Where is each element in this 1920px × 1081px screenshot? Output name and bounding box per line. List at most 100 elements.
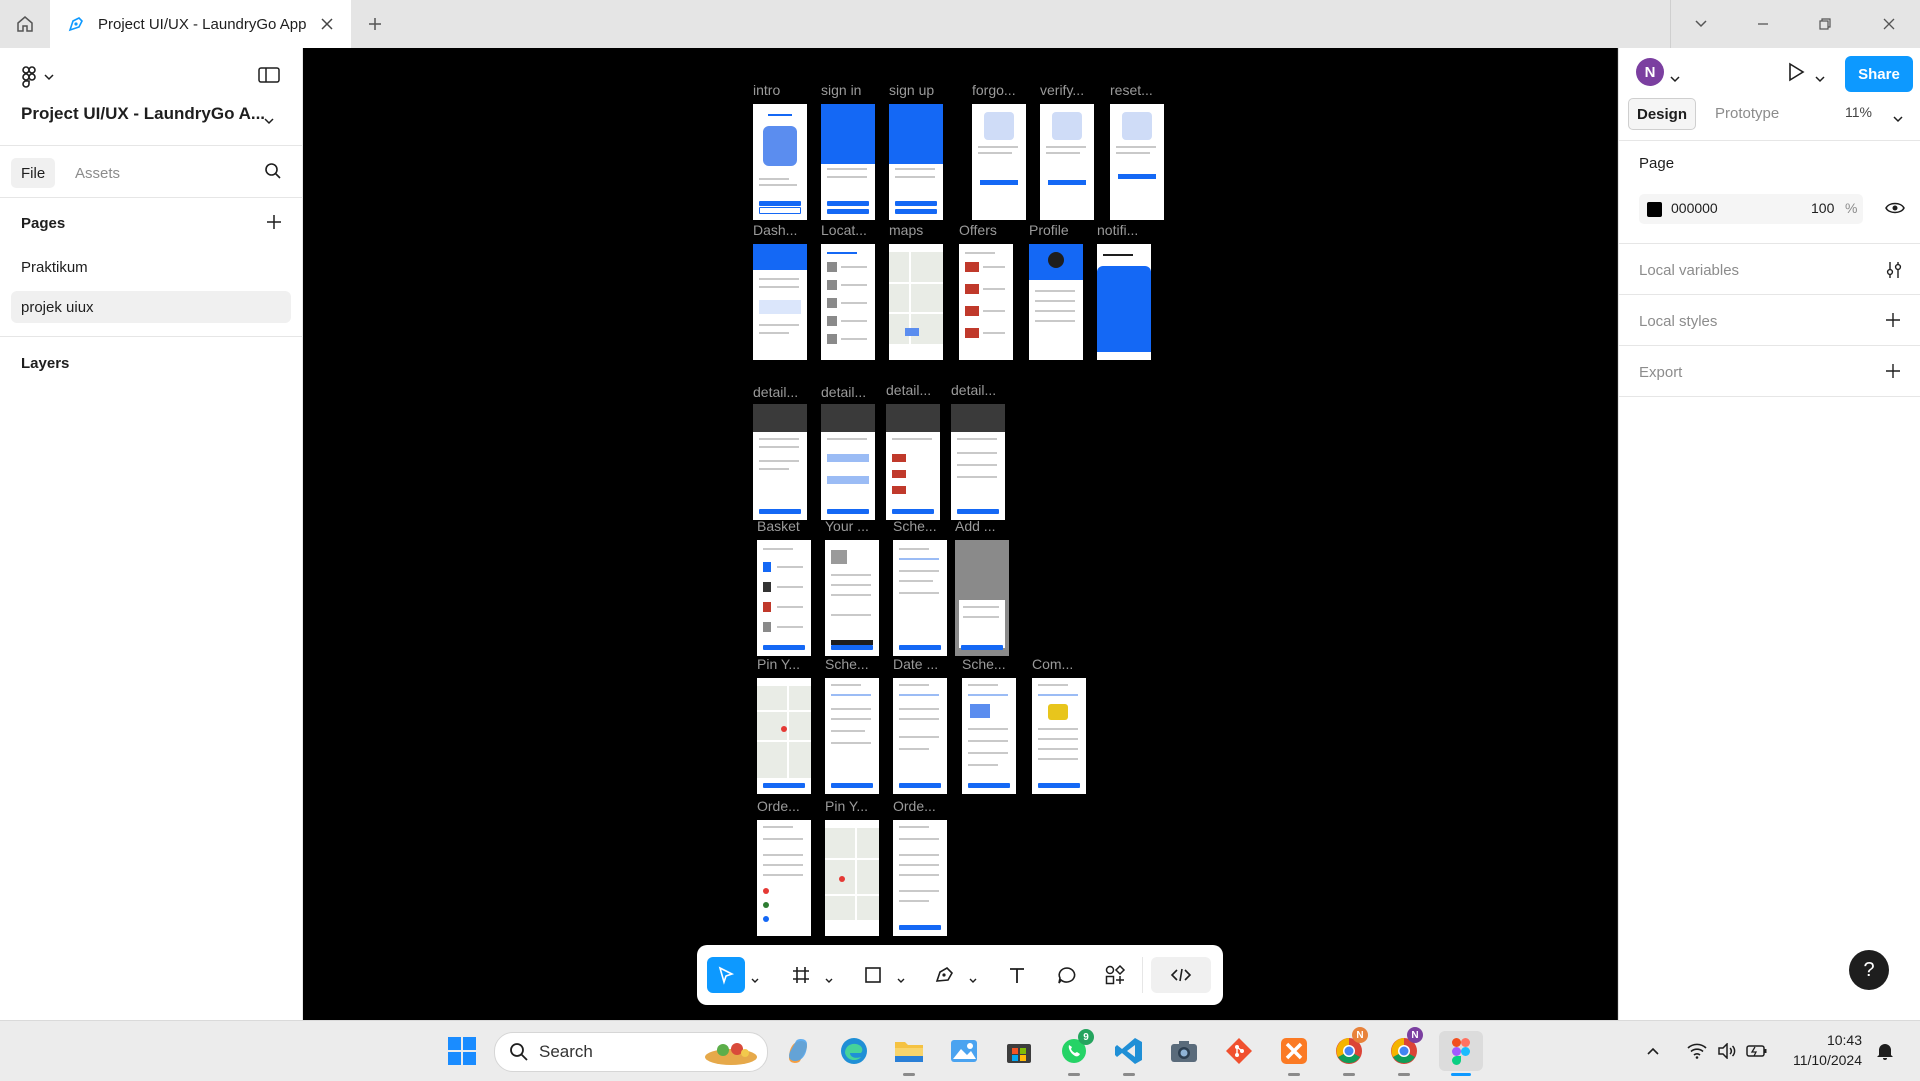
frame-thumbnail[interactable] [889, 104, 943, 220]
frame-thumbnail[interactable] [1032, 678, 1086, 794]
chevron-down-icon[interactable] [1670, 70, 1680, 88]
chevron-down-icon[interactable] [1815, 70, 1825, 88]
add-style-icon[interactable] [1885, 312, 1901, 333]
add-page-icon[interactable] [266, 214, 282, 235]
frame-thumbnail[interactable] [886, 404, 940, 520]
variables-settings-icon[interactable] [1885, 260, 1903, 285]
help-button[interactable]: ? [1849, 950, 1889, 990]
frame-thumbnail[interactable] [753, 104, 807, 220]
search-icon[interactable] [264, 162, 282, 185]
frame-thumbnail[interactable] [1040, 104, 1094, 220]
frame-thumbnail[interactable] [757, 678, 811, 794]
dev-mode-toggle[interactable] [1151, 957, 1211, 993]
frame-thumbnail[interactable] [1097, 244, 1151, 360]
frame-label[interactable]: Pin Y... [825, 798, 885, 814]
present-play-icon[interactable] [1787, 62, 1805, 87]
frame-label[interactable]: Com... [1032, 656, 1092, 672]
frame-thumbnail[interactable] [893, 540, 947, 656]
frame-label[interactable]: detail... [753, 384, 813, 400]
frame-label[interactable]: Orde... [893, 798, 953, 814]
frame-label[interactable]: notifi... [1097, 222, 1157, 238]
windows-start-icon[interactable] [442, 1031, 482, 1071]
zoom-level[interactable]: 11% [1845, 104, 1872, 120]
frame-label[interactable]: Orde... [757, 798, 817, 814]
add-export-icon[interactable] [1885, 363, 1901, 384]
design-canvas[interactable]: intro sign in sign up forgo... verify...… [303, 48, 1617, 1020]
tab-design[interactable]: Design [1628, 98, 1697, 130]
local-variables-label[interactable]: Local variables [1639, 262, 1739, 279]
frame-tool[interactable] [783, 957, 819, 993]
new-tab-icon[interactable] [362, 12, 388, 36]
rectangle-tool[interactable] [855, 957, 891, 993]
edge-browser-icon[interactable] [834, 1031, 874, 1071]
frame-label[interactable]: Your ... [825, 518, 885, 534]
chevron-down-icon[interactable] [825, 971, 833, 989]
page-item-projek-uiux[interactable]: projek uiux [11, 291, 291, 323]
components-tool[interactable] [1097, 957, 1133, 993]
frame-thumbnail[interactable] [955, 540, 1009, 656]
git-icon[interactable] [1219, 1031, 1259, 1071]
frame-thumbnail[interactable] [1110, 104, 1164, 220]
taskbar-search-input[interactable]: Search [494, 1032, 768, 1072]
frame-label[interactable]: Date ... [893, 656, 953, 672]
frame-thumbnail[interactable] [821, 104, 875, 220]
frame-label[interactable]: verify... [1040, 82, 1100, 98]
notification-bell-icon[interactable] [1870, 1031, 1900, 1071]
frame-label[interactable]: Sche... [893, 518, 953, 534]
file-explorer-icon[interactable] [889, 1031, 929, 1071]
xampp-icon[interactable] [1274, 1031, 1314, 1071]
frame-thumbnail[interactable] [821, 244, 875, 360]
color-swatch[interactable] [1647, 202, 1662, 217]
frame-thumbnail[interactable] [757, 540, 811, 656]
frame-label[interactable]: detail... [951, 382, 1011, 398]
minimize-icon[interactable] [1750, 12, 1776, 36]
frame-label[interactable]: Locat... [821, 222, 881, 238]
frame-thumbnail[interactable] [757, 820, 811, 936]
frame-label[interactable]: forgo... [972, 82, 1032, 98]
frame-thumbnail[interactable] [825, 678, 879, 794]
frame-thumbnail[interactable] [893, 678, 947, 794]
frame-label[interactable]: intro [753, 82, 813, 98]
close-tab-icon[interactable] [317, 14, 337, 34]
frame-label[interactable]: Profile [1029, 222, 1089, 238]
file-tab[interactable]: Project UI/UX - LaundryGo App [50, 0, 351, 48]
frame-thumbnail[interactable] [753, 404, 807, 520]
local-styles-label[interactable]: Local styles [1639, 313, 1717, 330]
frame-label[interactable]: Sche... [962, 656, 1022, 672]
frame-label[interactable]: Add ... [955, 518, 1015, 534]
chevron-down-icon[interactable] [897, 971, 905, 989]
frame-thumbnail[interactable] [951, 404, 1005, 520]
export-label[interactable]: Export [1639, 364, 1682, 381]
toggle-sidebar-icon[interactable] [258, 66, 282, 88]
text-tool[interactable] [999, 957, 1035, 993]
restore-icon[interactable] [1812, 12, 1838, 36]
frame-label[interactable]: Offers [959, 222, 1019, 238]
tab-assets[interactable]: Assets [65, 158, 130, 188]
volume-icon[interactable] [1712, 1031, 1742, 1071]
frame-thumbnail[interactable] [821, 404, 875, 520]
main-menu[interactable] [22, 66, 54, 88]
chevron-down-icon[interactable] [751, 971, 759, 989]
frame-label[interactable]: Pin Y... [757, 656, 817, 672]
wifi-icon[interactable] [1682, 1031, 1712, 1071]
chevron-down-icon[interactable] [264, 112, 274, 130]
frame-label[interactable]: sign up [889, 82, 949, 98]
opacity-value[interactable]: 100 [1811, 200, 1834, 216]
battery-icon[interactable] [1742, 1031, 1772, 1071]
frame-thumbnail[interactable] [962, 678, 1016, 794]
tab-file[interactable]: File [11, 158, 56, 188]
microsoft-store-icon[interactable] [999, 1031, 1039, 1071]
frame-thumbnail[interactable] [889, 244, 943, 360]
frame-label[interactable]: maps [889, 222, 949, 238]
frame-label[interactable]: sign in [821, 82, 881, 98]
clock-date[interactable]: 11/10/2024 [1772, 1052, 1862, 1068]
tab-prototype[interactable]: Prototype [1707, 98, 1787, 128]
pen-tool[interactable] [927, 957, 963, 993]
frame-label[interactable]: detail... [821, 384, 881, 400]
comment-tool[interactable] [1049, 957, 1085, 993]
frame-thumbnail[interactable] [753, 244, 807, 360]
frame-label[interactable]: Dash... [753, 222, 813, 238]
color-hex-value[interactable]: 000000 [1671, 200, 1718, 216]
frame-thumbnail[interactable] [972, 104, 1026, 220]
frame-label[interactable]: detail... [886, 382, 946, 398]
